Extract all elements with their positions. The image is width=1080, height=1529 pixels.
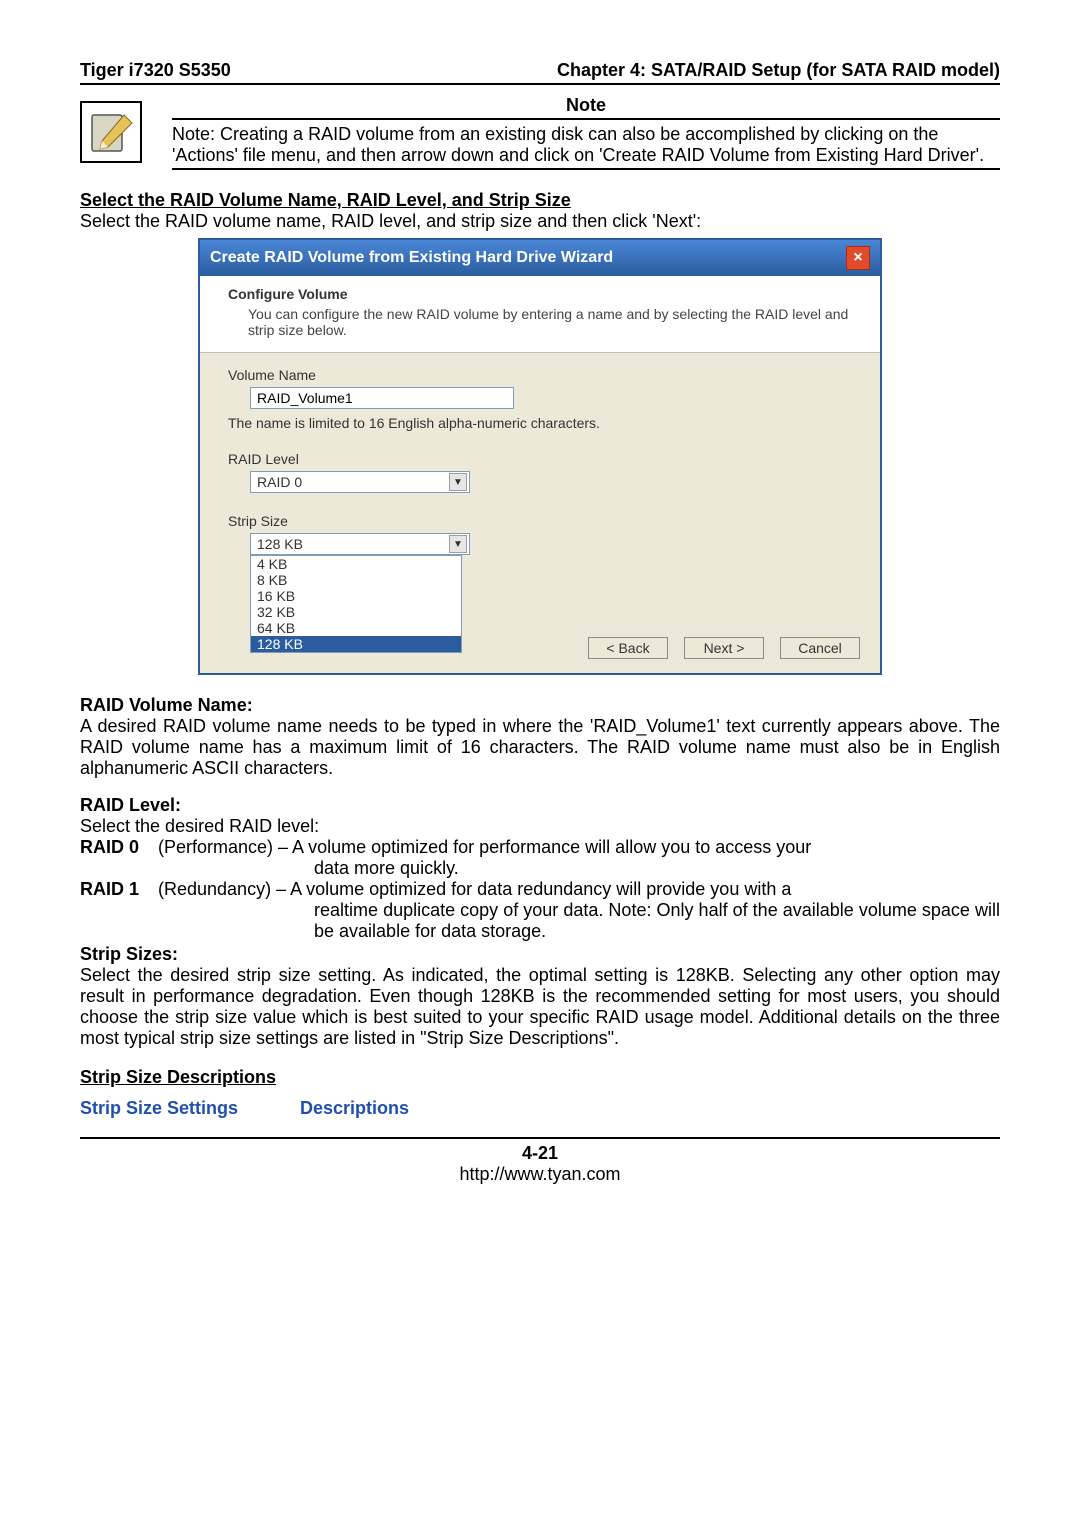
pencil-note-icon xyxy=(80,101,142,163)
volume-name-input[interactable] xyxy=(250,387,514,409)
raid-level-value: RAID 0 xyxy=(257,474,302,490)
raid-level-heading: RAID Level: xyxy=(80,795,1000,816)
page-footer: 4-21 http://www.tyan.com xyxy=(80,1137,1000,1185)
section-heading: Select the RAID Volume Name, RAID Level,… xyxy=(80,190,1000,211)
raid1-cont: realtime duplicate copy of your data. No… xyxy=(158,900,1000,942)
strip-option[interactable]: 4 KB xyxy=(251,556,461,572)
close-icon: × xyxy=(853,249,862,267)
raid-volume-name-heading: RAID Volume Name: xyxy=(80,695,1000,716)
page-number: 4-21 xyxy=(80,1143,1000,1164)
chevron-down-icon: ▼ xyxy=(449,473,467,491)
strip-sizes-text: Select the desired strip size setting. A… xyxy=(80,965,1000,1049)
volume-name-hint: The name is limited to 16 English alpha-… xyxy=(228,415,852,431)
raid-level-intro: Select the desired RAID level: xyxy=(80,816,1000,837)
strip-size-label: Strip Size xyxy=(228,513,852,529)
volume-name-label: Volume Name xyxy=(228,367,852,383)
strip-size-value: 128 KB xyxy=(257,536,303,552)
wizard-header-desc: You can configure the new RAID volume by… xyxy=(248,306,852,338)
strip-table-col1: Strip Size Settings xyxy=(80,1098,300,1119)
footer-url: http://www.tyan.com xyxy=(80,1164,1000,1185)
strip-table-col2: Descriptions xyxy=(300,1098,1000,1119)
raid1-label: RAID 1 xyxy=(80,879,158,942)
back-button[interactable]: < Back xyxy=(588,637,668,659)
wizard-header-title: Configure Volume xyxy=(228,286,852,302)
strip-option[interactable]: 16 KB xyxy=(251,588,461,604)
header-left: Tiger i7320 S5350 xyxy=(80,60,231,81)
close-button[interactable]: × xyxy=(846,246,870,270)
raid0-row: RAID 0 (Performance) – A volume optimize… xyxy=(80,837,1000,879)
strip-option[interactable]: 32 KB xyxy=(251,604,461,620)
note-heading: Note xyxy=(172,95,1000,120)
strip-desc-heading: Strip Size Descriptions xyxy=(80,1067,1000,1088)
raid1-text: (Redundancy) – A volume optimized for da… xyxy=(158,879,791,899)
strip-option[interactable]: 8 KB xyxy=(251,572,461,588)
wizard-title-text: Create RAID Volume from Existing Hard Dr… xyxy=(210,249,613,267)
raid0-text: (Performance) – A volume optimized for p… xyxy=(158,837,811,857)
page-header: Tiger i7320 S5350 Chapter 4: SATA/RAID S… xyxy=(80,60,1000,85)
raid-level-select[interactable]: RAID 0 ▼ xyxy=(250,471,470,493)
wizard-header: Configure Volume You can configure the n… xyxy=(200,276,880,353)
raid1-row: RAID 1 (Redundancy) – A volume optimized… xyxy=(80,879,1000,942)
next-button[interactable]: Next > xyxy=(684,637,764,659)
cancel-button[interactable]: Cancel xyxy=(780,637,860,659)
strip-size-select[interactable]: 128 KB ▼ xyxy=(250,533,470,555)
header-right: Chapter 4: SATA/RAID Setup (for SATA RAI… xyxy=(557,60,1000,81)
raid-level-label: RAID Level xyxy=(228,451,852,467)
raid0-cont: data more quickly. xyxy=(158,858,1000,879)
strip-table-header: Strip Size Settings Descriptions xyxy=(80,1098,1000,1119)
chevron-down-icon: ▼ xyxy=(449,535,467,553)
wizard-dialog: Create RAID Volume from Existing Hard Dr… xyxy=(198,238,882,675)
note-text: Note: Creating a RAID volume from an exi… xyxy=(172,124,1000,170)
note-block: Note Note: Creating a RAID volume from a… xyxy=(80,95,1000,170)
raid0-label: RAID 0 xyxy=(80,837,158,879)
raid-volume-name-text: A desired RAID volume name needs to be t… xyxy=(80,716,1000,779)
wizard-titlebar: Create RAID Volume from Existing Hard Dr… xyxy=(200,240,880,276)
section-intro: Select the RAID volume name, RAID level,… xyxy=(80,211,1000,232)
strip-sizes-heading: Strip Sizes: xyxy=(80,944,1000,965)
